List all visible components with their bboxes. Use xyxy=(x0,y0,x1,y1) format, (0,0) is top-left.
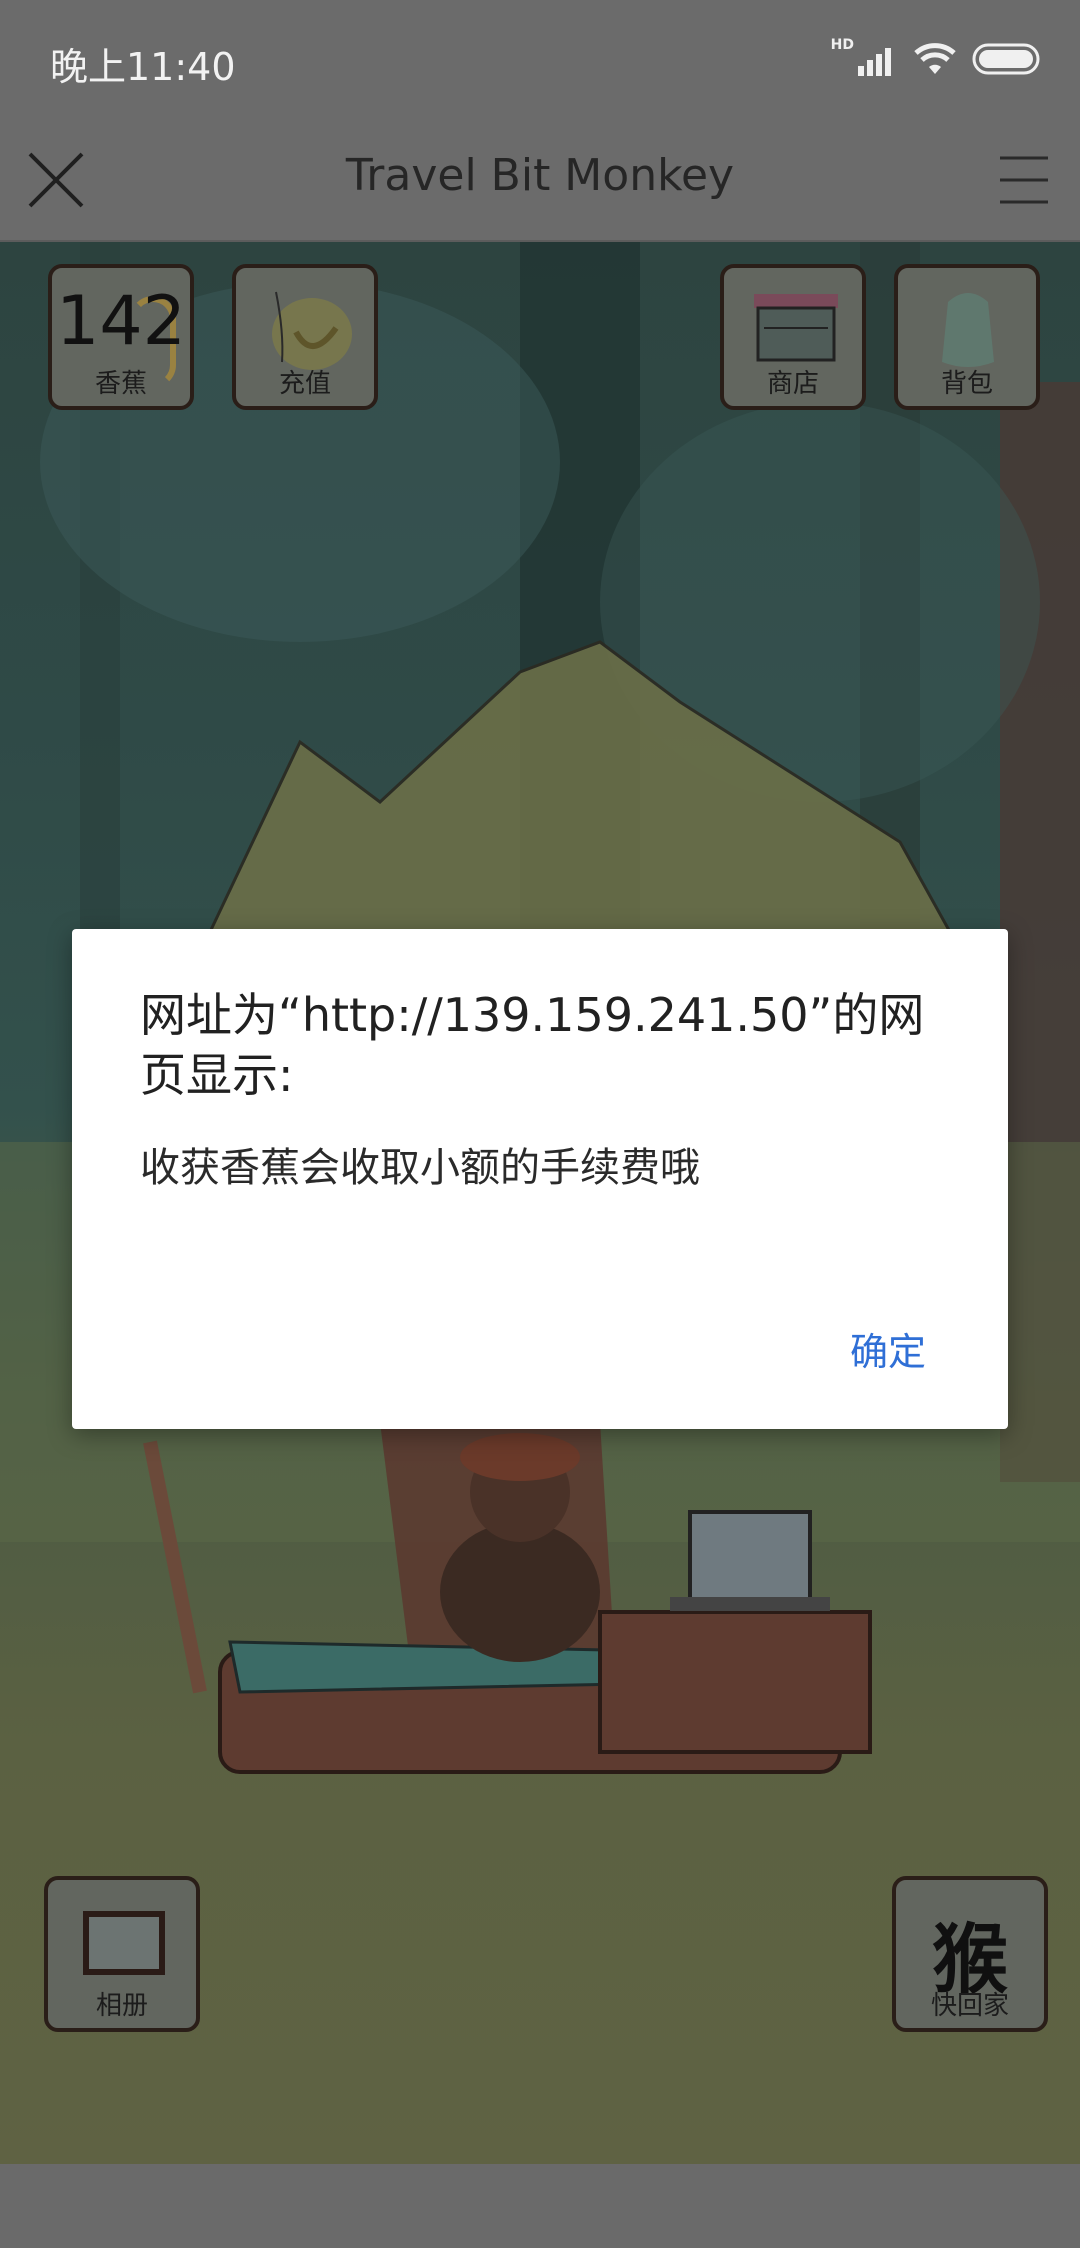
title-bar: Travel Bit Monkey xyxy=(0,120,1080,242)
wifi-icon xyxy=(914,43,956,74)
page-title: Travel Bit Monkey xyxy=(345,150,735,201)
album-label: 相册 xyxy=(95,1991,148,2021)
dialog-title: 网址为“http://139.159.241.50”的网页显示: xyxy=(140,988,925,1102)
go-home-label: 快回家 xyxy=(930,1991,1009,2021)
recharge-label: 充值 xyxy=(278,369,331,399)
hd-badge: HD xyxy=(830,37,854,53)
battery-icon xyxy=(972,43,1040,75)
status-time: 晚上11:40 xyxy=(50,45,236,89)
banana-counter[interactable]: 142 香蕉 xyxy=(48,264,194,410)
alert-dialog: 网址为“http://139.159.241.50”的网页显示: 收获香蕉会收取… xyxy=(72,929,1008,1429)
bottom-bar xyxy=(0,2164,1080,2248)
shop-button[interactable]: 商店 xyxy=(720,264,866,410)
ok-button[interactable]: 确定 xyxy=(850,1321,926,1376)
signal-icon xyxy=(858,48,891,76)
banana-label: 香蕉 xyxy=(94,369,147,399)
status-bar: 晚上11:40 HD xyxy=(0,0,1080,120)
backpack-button[interactable]: 背包 xyxy=(894,264,1040,410)
photo-frame-icon xyxy=(83,1911,165,1975)
go-home-button[interactable]: 猴 快回家 xyxy=(892,1876,1048,2032)
banana-count: 142 xyxy=(56,282,186,361)
status-icons: HD xyxy=(831,34,1042,84)
dialog-message: 收获香蕉会收取小额的手续费哦 xyxy=(140,1145,700,1191)
recharge-button[interactable]: 充值 xyxy=(232,264,378,410)
shop-label: 商店 xyxy=(766,369,819,399)
menu-icon[interactable] xyxy=(996,150,1052,210)
album-button[interactable]: 相册 xyxy=(44,1876,200,2032)
backpack-label: 背包 xyxy=(940,369,993,399)
